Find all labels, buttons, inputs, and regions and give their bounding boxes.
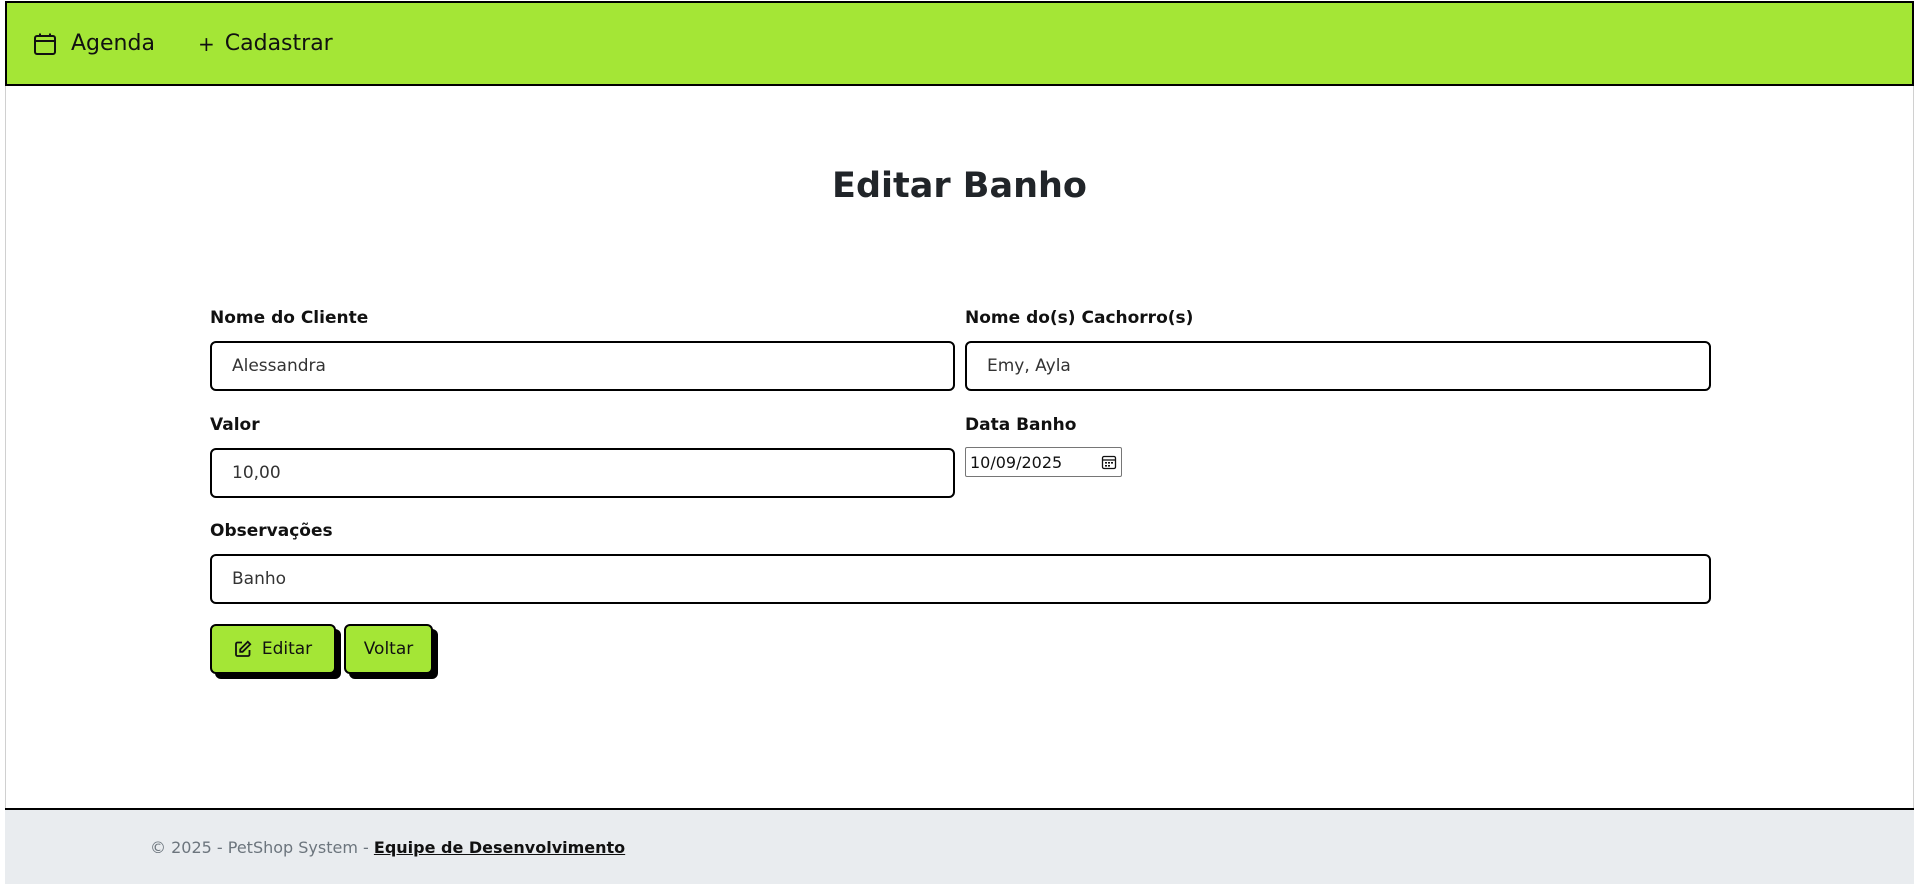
page-title: Editar Banho [832, 166, 1087, 206]
cliente-label: Nome do Cliente [210, 308, 369, 328]
page-footer: © 2025 - PetShop System - Equipe de Dese… [5, 808, 1914, 884]
calendar-icon [33, 32, 57, 56]
nav-cadastrar-link[interactable]: + Cadastrar [198, 31, 333, 56]
data-banho-input[interactable]: 10/09/2025 [965, 447, 1122, 477]
nav-agenda-link[interactable]: Agenda [33, 31, 155, 56]
calendar-small-icon[interactable] [1101, 454, 1117, 470]
cachorros-input[interactable] [965, 341, 1711, 391]
observacoes-label: Observações [210, 521, 333, 541]
nav-agenda-label: Agenda [71, 31, 155, 56]
data-banho-value: 10/09/2025 [970, 452, 1063, 472]
data-banho-label: Data Banho [965, 415, 1077, 435]
top-navbar: Agenda + Cadastrar [5, 1, 1914, 86]
edit-icon [234, 640, 252, 658]
voltar-button-label: Voltar [363, 639, 414, 659]
cachorros-label: Nome do(s) Cachorro(s) [965, 308, 1194, 328]
voltar-button[interactable]: Voltar [344, 624, 433, 674]
footer-copyright: © 2025 - PetShop System - [150, 838, 374, 857]
page-frame [5, 1, 1914, 884]
cliente-input[interactable] [210, 341, 955, 391]
plus-icon: + [198, 31, 215, 56]
editar-button-label: Editar [261, 639, 313, 659]
editar-button[interactable]: Editar [210, 624, 336, 674]
nav-cadastrar-label: Cadastrar [224, 31, 333, 56]
footer-team-link[interactable]: Equipe de Desenvolvimento [374, 838, 625, 857]
footer-text: © 2025 - PetShop System - Equipe de Dese… [150, 838, 625, 857]
observacoes-input[interactable] [210, 554, 1711, 604]
valor-label: Valor [210, 415, 260, 435]
valor-input[interactable] [210, 448, 955, 498]
